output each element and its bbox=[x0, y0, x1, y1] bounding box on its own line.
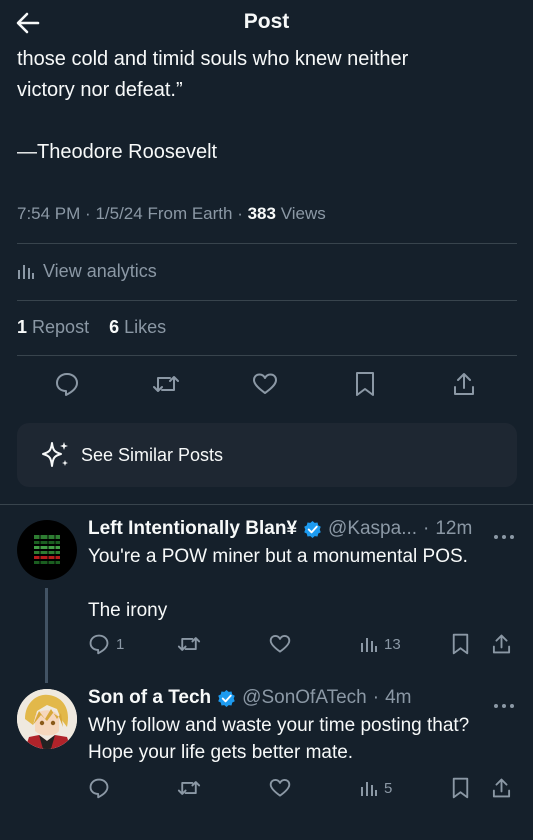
reply-header: Son of a Tech @SonOfATech · 4m bbox=[88, 687, 412, 709]
reply-action-bar: 1 13 bbox=[0, 631, 533, 657]
avatar-image bbox=[34, 535, 60, 564]
likes-label: Likes bbox=[124, 317, 167, 337]
reply-avatar[interactable] bbox=[17, 689, 77, 749]
analytics-icon bbox=[18, 265, 34, 279]
views-button[interactable]: 5 bbox=[360, 775, 392, 801]
see-similar-posts-label: See Similar Posts bbox=[81, 444, 224, 465]
more-options-button[interactable] bbox=[493, 527, 515, 539]
share-button[interactable] bbox=[448, 368, 480, 400]
reply-author-handle[interactable]: @SonOfATech bbox=[242, 687, 367, 709]
share-icon bbox=[492, 778, 511, 798]
repost-icon bbox=[153, 376, 179, 392]
reposts-link[interactable]: 1 Repost bbox=[17, 317, 89, 337]
views-button[interactable]: 13 bbox=[360, 631, 401, 657]
reply-button[interactable] bbox=[88, 775, 116, 801]
more-icon bbox=[494, 704, 514, 708]
post-time: 7:54 PM bbox=[17, 204, 81, 223]
views-count: 383 bbox=[247, 204, 276, 223]
reply-header: Left Intentionally Blan¥ @Kaspa... · 12m bbox=[88, 518, 473, 540]
reply-text-line: Hope your life gets better mate. bbox=[88, 742, 354, 763]
analytics-icon bbox=[361, 782, 377, 796]
repost-button[interactable] bbox=[176, 775, 208, 801]
like-button[interactable] bbox=[249, 368, 281, 400]
like-button[interactable] bbox=[269, 775, 297, 801]
bookmark-button[interactable] bbox=[451, 631, 470, 657]
reply-author-name[interactable]: Left Intentionally Blan¥ bbox=[88, 518, 297, 540]
avatar-image bbox=[17, 689, 77, 749]
sparkle-icon bbox=[42, 442, 68, 467]
reply-text: You're a POW miner but a monumental POS.… bbox=[88, 543, 518, 624]
reply-author-name[interactable]: Son of a Tech bbox=[88, 687, 211, 709]
reply-timestamp: 12m bbox=[435, 518, 473, 539]
post-text-line: those cold and timid souls who knew neit… bbox=[17, 48, 409, 70]
like-button[interactable] bbox=[269, 631, 297, 657]
reply-text-line: You're a POW miner but a monumental POS. bbox=[88, 546, 468, 567]
post-detail-page: those cold and timid souls who knew neit… bbox=[0, 0, 533, 840]
engagement-counts: 1 Repost 6 Likes bbox=[17, 317, 166, 338]
reply-timestamp: 4m bbox=[385, 687, 412, 708]
divider bbox=[17, 355, 517, 356]
like-icon bbox=[253, 373, 277, 394]
bookmark-button[interactable] bbox=[451, 775, 470, 801]
analytics-icon bbox=[361, 638, 377, 652]
reply-action-bar: 5 bbox=[0, 775, 533, 801]
likes-count: 6 bbox=[109, 317, 120, 337]
post-action-bar bbox=[0, 368, 533, 400]
views-label: Views bbox=[280, 204, 326, 223]
top-navigation-bar: Post bbox=[0, 0, 533, 44]
repost-button[interactable] bbox=[150, 368, 182, 400]
reposts-count: 1 bbox=[17, 317, 28, 337]
repost-button[interactable] bbox=[176, 631, 208, 657]
reply-text-blank-line bbox=[88, 570, 518, 597]
reply-icon bbox=[89, 778, 109, 799]
more-options-button[interactable] bbox=[493, 696, 515, 708]
reply-author-handle[interactable]: @Kaspa... bbox=[328, 518, 417, 540]
reply-text-line: The irony bbox=[88, 600, 168, 621]
post-text: those cold and timid souls who knew neit… bbox=[17, 44, 517, 106]
share-button[interactable] bbox=[491, 775, 512, 801]
share-icon bbox=[492, 634, 511, 654]
view-analytics-link[interactable]: View analytics bbox=[17, 258, 157, 284]
more-icon bbox=[494, 535, 514, 539]
post-date: 1/5/24 bbox=[95, 204, 143, 223]
bookmark-button[interactable] bbox=[349, 368, 381, 400]
bookmark-icon bbox=[452, 777, 469, 799]
reply-button[interactable]: 1 bbox=[88, 631, 124, 657]
verified-badge-icon bbox=[304, 520, 321, 538]
divider bbox=[17, 243, 517, 244]
view-count: 5 bbox=[384, 779, 393, 797]
bookmark-icon bbox=[356, 372, 374, 396]
reply-count: 1 bbox=[116, 635, 125, 653]
view-count: 13 bbox=[384, 635, 401, 653]
post-text-line: victory nor defeat.” bbox=[17, 79, 183, 101]
post-meta: 7:54 PM · 1/5/24 From Earth · 383 Views bbox=[17, 204, 326, 223]
divider bbox=[0, 504, 533, 505]
reply-avatar[interactable] bbox=[17, 520, 77, 580]
bookmark-icon bbox=[452, 633, 469, 655]
reply-text-line: Why follow and waste your time posting t… bbox=[88, 715, 470, 736]
see-similar-posts-button[interactable]: See Similar Posts bbox=[17, 423, 517, 487]
post-quote-author: —Theodore Roosevelt bbox=[17, 141, 218, 163]
share-button[interactable] bbox=[491, 631, 512, 657]
likes-link[interactable]: 6 Likes bbox=[109, 317, 166, 337]
post-source: From Earth bbox=[147, 204, 233, 223]
verified-badge-icon bbox=[218, 689, 235, 707]
divider bbox=[17, 300, 517, 301]
like-icon bbox=[269, 779, 291, 797]
view-analytics-label: View analytics bbox=[43, 260, 157, 281]
reposts-label: Repost bbox=[32, 317, 90, 337]
page-title: Post bbox=[243, 10, 290, 33]
reply-text: Why follow and waste your time posting t… bbox=[88, 712, 518, 766]
reply-icon bbox=[89, 634, 109, 655]
repost-icon bbox=[177, 781, 201, 795]
reply-icon bbox=[56, 373, 78, 396]
share-icon bbox=[454, 373, 474, 395]
reply-button[interactable] bbox=[51, 368, 83, 400]
like-icon bbox=[269, 635, 291, 653]
repost-icon bbox=[177, 637, 201, 651]
